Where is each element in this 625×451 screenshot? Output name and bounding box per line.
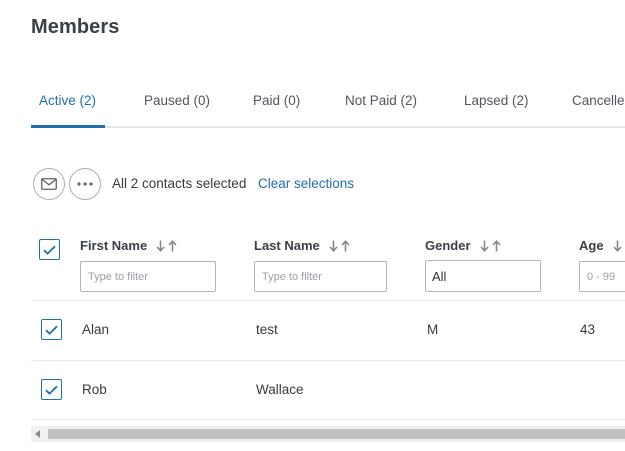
checkmark-icon xyxy=(43,245,56,255)
row-divider xyxy=(31,419,625,420)
sort-desc-icon[interactable] xyxy=(329,240,338,252)
column-label: Age xyxy=(579,238,604,253)
bulk-actions-bar: All 2 contacts selected Clear selections xyxy=(33,168,625,200)
sort-asc-icon[interactable] xyxy=(491,239,501,252)
column-label: First Name xyxy=(80,238,148,253)
tab-not-paid[interactable]: Not Paid (2) xyxy=(345,93,417,108)
column-header-age: Age xyxy=(579,238,622,253)
last-name-filter-input[interactable] xyxy=(254,261,387,292)
member-status-tabs: Active (2) Paused (0) Paid (0) Not Paid … xyxy=(0,86,625,128)
column-header-last-name: Last Name xyxy=(254,238,350,253)
clear-selections-link[interactable]: Clear selections xyxy=(258,176,354,191)
more-actions-button[interactable] xyxy=(69,168,101,200)
tab-lapsed[interactable]: Lapsed (2) xyxy=(464,93,529,108)
row-checkbox[interactable] xyxy=(41,379,62,400)
tab-paused[interactable]: Paused (0) xyxy=(144,93,210,108)
selection-status: All 2 contacts selected xyxy=(112,176,247,191)
sort-desc-icon[interactable] xyxy=(479,240,489,252)
gender-filter-select[interactable]: All xyxy=(425,260,541,292)
cell-gender: M xyxy=(427,322,439,337)
first-name-filter-input[interactable] xyxy=(80,261,216,292)
row-checkbox[interactable] xyxy=(41,319,62,340)
row-divider xyxy=(31,300,625,301)
column-label: Last Name xyxy=(254,238,320,253)
cell-first-name: Alan xyxy=(82,322,110,337)
checkmark-icon xyxy=(45,325,58,335)
scroll-left-arrow-icon[interactable] xyxy=(35,430,40,438)
page-title: Members xyxy=(31,16,120,38)
horizontal-scrollbar[interactable] xyxy=(31,426,625,442)
age-filter-input[interactable] xyxy=(579,261,625,292)
email-button[interactable] xyxy=(33,168,65,200)
sort-desc-icon[interactable] xyxy=(156,240,165,252)
active-tab-indicator xyxy=(31,125,105,128)
scrollbar-thumb[interactable] xyxy=(48,429,625,439)
tabs-divider xyxy=(31,126,625,128)
cell-last-name: test xyxy=(256,322,278,337)
cell-first-name: Rob xyxy=(82,382,107,397)
cell-age: 43 xyxy=(580,322,596,337)
column-header-gender: Gender xyxy=(425,238,501,253)
sort-asc-icon[interactable] xyxy=(341,239,350,252)
sort-desc-icon[interactable] xyxy=(613,240,622,252)
tab-active[interactable]: Active (2) xyxy=(39,93,96,108)
tab-paid[interactable]: Paid (0) xyxy=(253,93,300,108)
column-label: Gender xyxy=(425,238,471,253)
column-header-first-name: First Name xyxy=(80,238,177,253)
more-dots-icon xyxy=(77,182,93,186)
cell-last-name: Wallace xyxy=(256,382,304,397)
checkmark-icon xyxy=(45,385,58,395)
envelope-icon xyxy=(41,178,57,190)
select-all-checkbox[interactable] xyxy=(39,239,60,260)
sort-asc-icon[interactable] xyxy=(168,239,177,252)
tab-cancelled[interactable]: Cancelled xyxy=(572,93,625,108)
row-divider xyxy=(31,360,625,361)
